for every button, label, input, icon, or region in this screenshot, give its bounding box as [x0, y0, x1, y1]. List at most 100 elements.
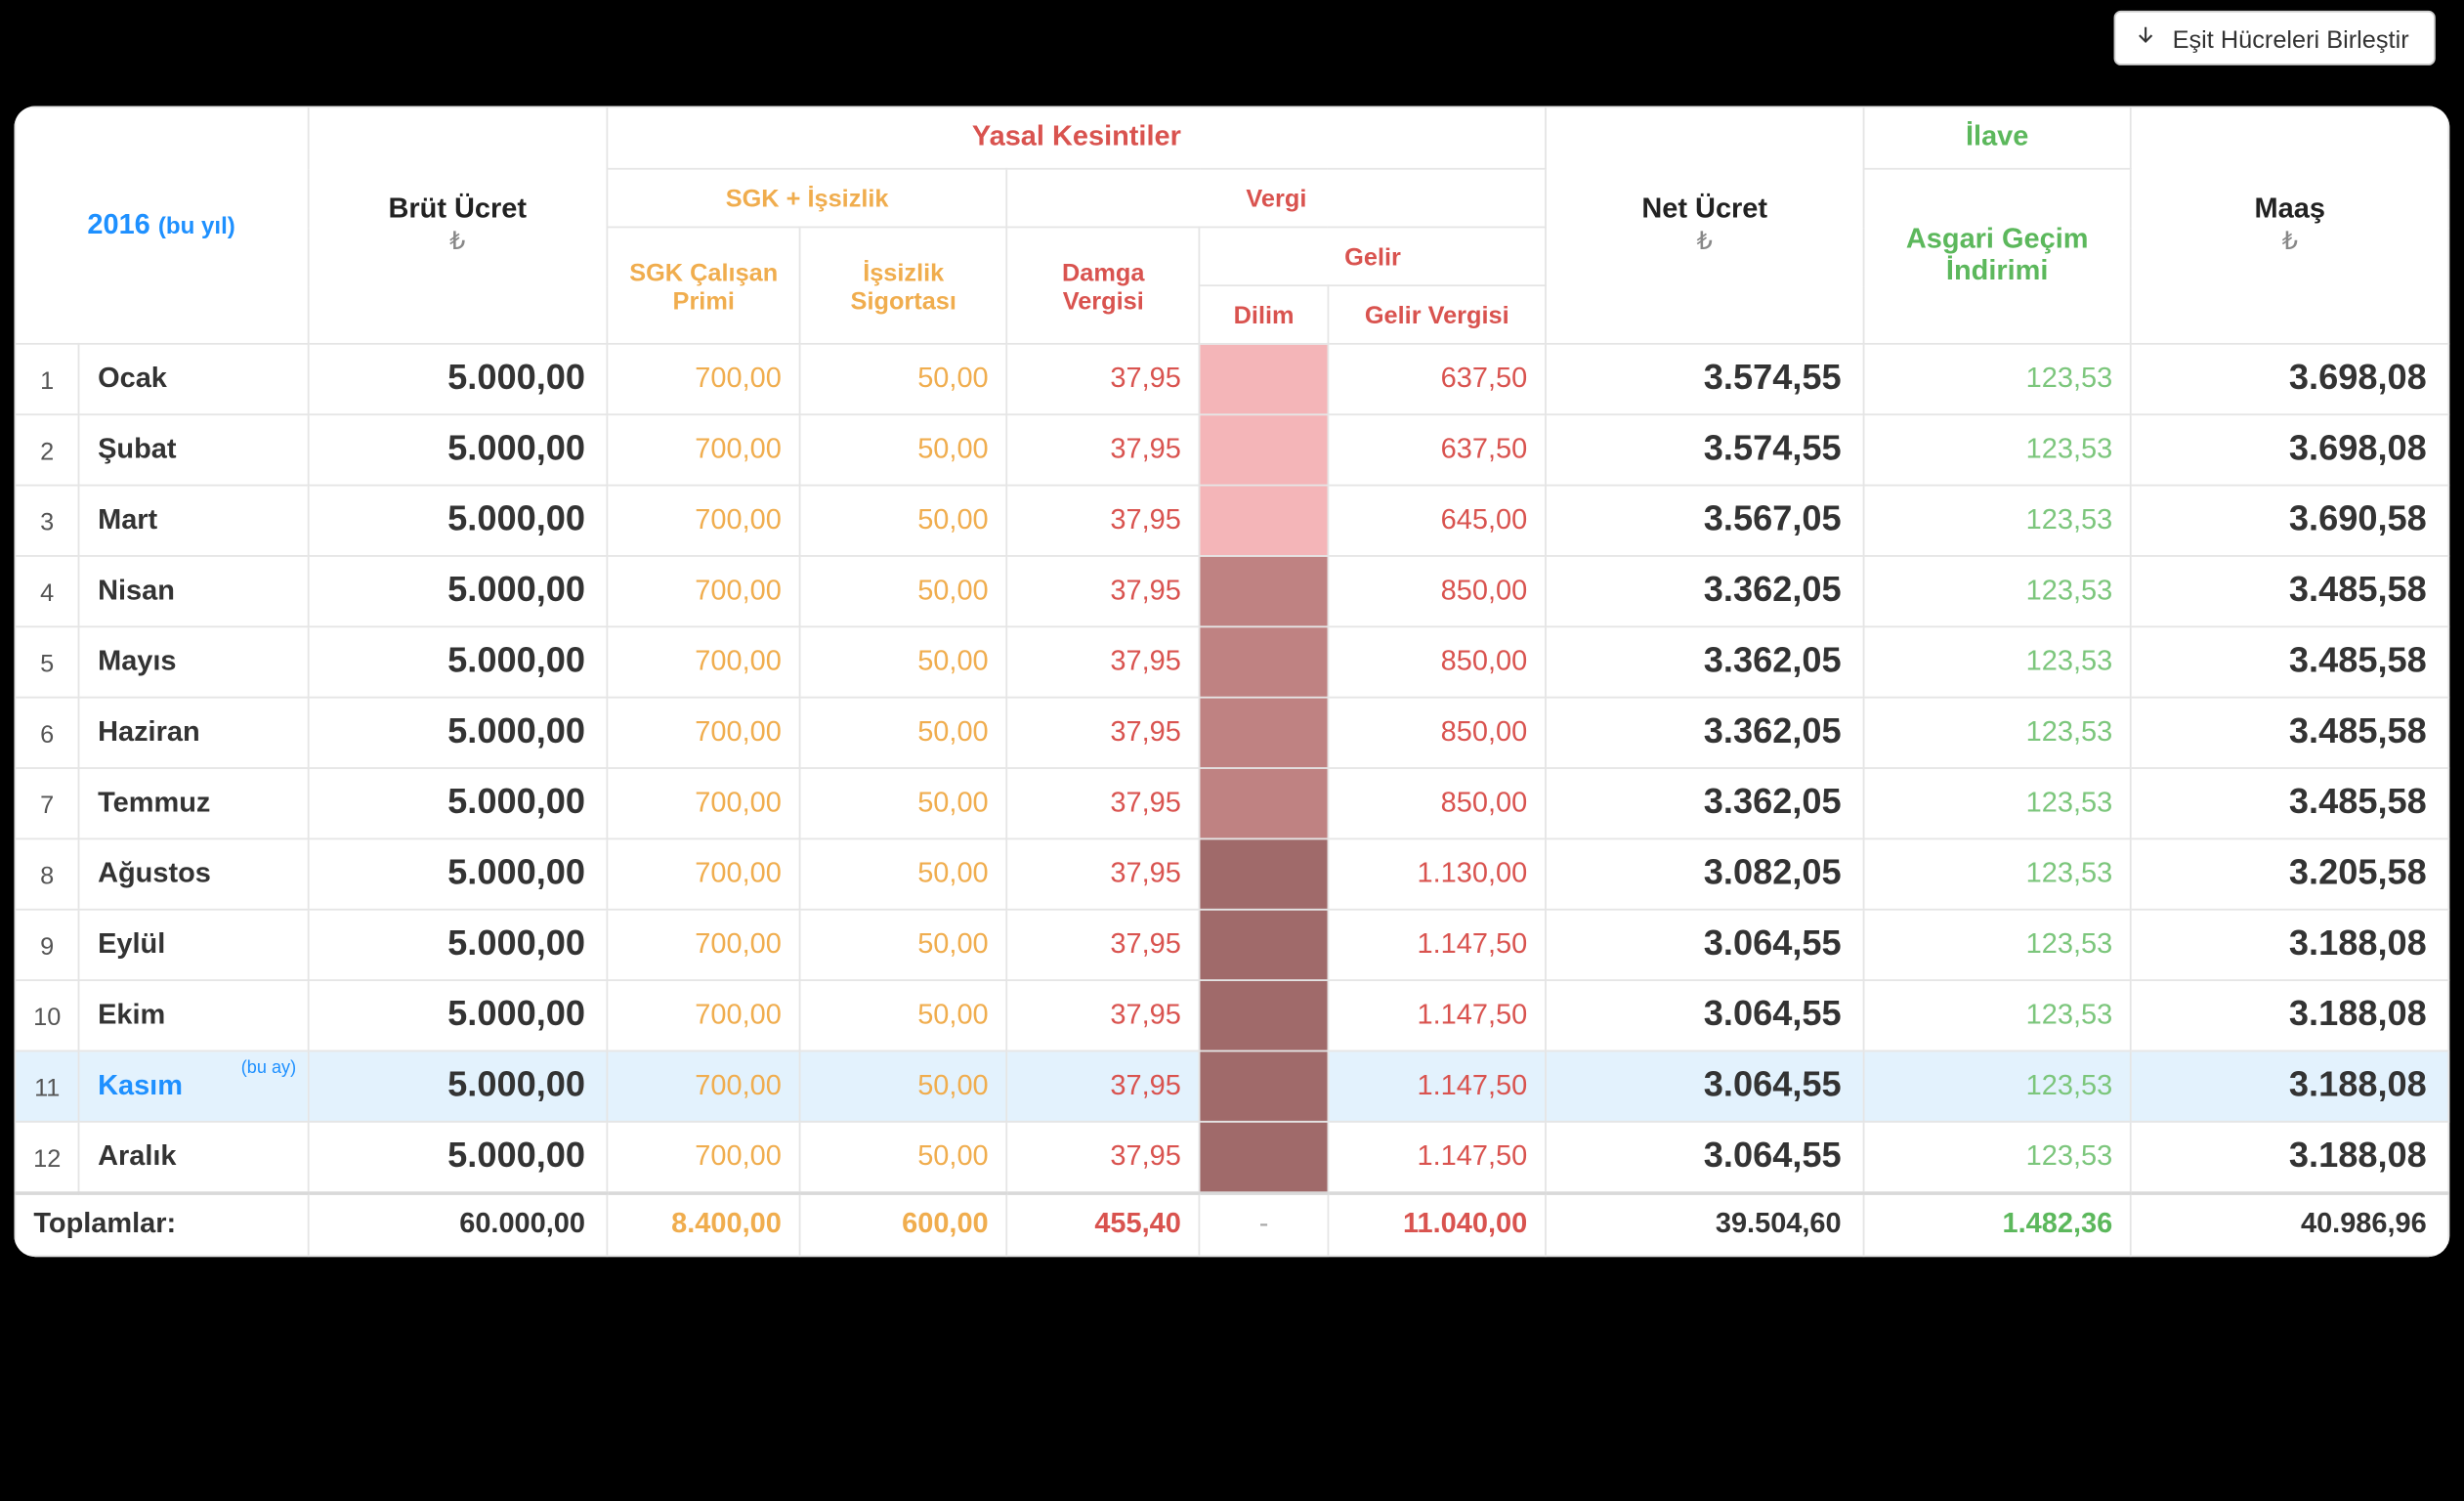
table-row: 10Ekim5.000,00700,0050,0037,951.147,503.…	[15, 980, 2448, 1051]
row-damga: 37,95	[1007, 626, 1200, 697]
merge-equal-cells-button[interactable]: Eşit Hücreleri Birleştir	[2114, 11, 2436, 65]
row-maas: 3.698,08	[2131, 344, 2448, 414]
row-index: 6	[15, 698, 79, 768]
row-agi: 123,53	[1863, 1122, 2131, 1193]
row-sgk: 700,00	[608, 556, 800, 626]
row-gelir: 1.147,50	[1328, 1051, 1546, 1121]
row-net: 3.362,05	[1546, 556, 1863, 626]
row-net: 3.064,55	[1546, 910, 1863, 980]
header-net: Net Ücret ₺	[1546, 107, 1863, 343]
row-dilim	[1200, 910, 1328, 980]
row-issizlik: 50,00	[800, 556, 1007, 626]
row-sgk: 700,00	[608, 910, 800, 980]
row-maas: 3.485,58	[2131, 626, 2448, 697]
current-month-badge: (bu ay)	[241, 1059, 296, 1079]
table-row: 1Ocak5.000,00700,0050,0037,95637,503.574…	[15, 344, 2448, 414]
row-agi: 123,53	[1863, 344, 2131, 414]
arrow-down-icon	[2134, 23, 2158, 54]
row-index: 3	[15, 486, 79, 556]
row-agi: 123,53	[1863, 1051, 2131, 1121]
row-maas: 3.188,08	[2131, 980, 2448, 1051]
row-issizlik: 50,00	[800, 1051, 1007, 1121]
row-sgk: 700,00	[608, 698, 800, 768]
header-sgk-group: SGK + İşsizlik	[608, 169, 1007, 228]
row-dilim	[1200, 414, 1328, 485]
row-issizlik: 50,00	[800, 414, 1007, 485]
totals-row: Toplamlar: 60.000,00 8.400,00 600,00 455…	[15, 1193, 2448, 1256]
row-agi: 123,53	[1863, 768, 2131, 838]
row-damga: 37,95	[1007, 838, 1200, 909]
row-issizlik: 50,00	[800, 486, 1007, 556]
row-brut: 5.000,00	[308, 698, 608, 768]
row-damga: 37,95	[1007, 486, 1200, 556]
row-agi: 123,53	[1863, 414, 2131, 485]
row-net: 3.064,55	[1546, 1122, 1863, 1193]
totals-agi: 1.482,36	[1863, 1193, 2131, 1256]
row-maas: 3.188,08	[2131, 1051, 2448, 1121]
row-gelir: 1.130,00	[1328, 838, 1546, 909]
row-dilim	[1200, 486, 1328, 556]
row-index: 11	[15, 1051, 79, 1121]
row-month: Nisan	[79, 556, 308, 626]
row-net: 3.574,55	[1546, 344, 1863, 414]
row-sgk: 700,00	[608, 1122, 800, 1193]
row-month: Şubat	[79, 414, 308, 485]
row-month: Ağustos	[79, 838, 308, 909]
row-damga: 37,95	[1007, 910, 1200, 980]
row-dilim	[1200, 838, 1328, 909]
row-month: Kasım(bu ay)	[79, 1051, 308, 1121]
header-gelir: Gelir Vergisi	[1328, 285, 1546, 344]
row-brut: 5.000,00	[308, 556, 608, 626]
row-net: 3.362,05	[1546, 698, 1863, 768]
header-vergi-group: Vergi	[1007, 169, 1547, 228]
row-dilim	[1200, 698, 1328, 768]
row-damga: 37,95	[1007, 768, 1200, 838]
table-row: 11Kasım(bu ay)5.000,00700,0050,0037,951.…	[15, 1051, 2448, 1121]
row-agi: 123,53	[1863, 556, 2131, 626]
row-net: 3.362,05	[1546, 626, 1863, 697]
row-sgk: 700,00	[608, 980, 800, 1051]
row-net: 3.574,55	[1546, 414, 1863, 485]
row-damga: 37,95	[1007, 1122, 1200, 1193]
row-month: Mayıs	[79, 626, 308, 697]
row-dilim	[1200, 626, 1328, 697]
row-maas: 3.698,08	[2131, 414, 2448, 485]
header-ilave: İlave	[1863, 107, 2131, 168]
row-index: 2	[15, 414, 79, 485]
row-gelir: 850,00	[1328, 556, 1546, 626]
table-row: 12Aralık5.000,00700,0050,0037,951.147,50…	[15, 1122, 2448, 1193]
row-dilim	[1200, 1122, 1328, 1193]
table-row: 5Mayıs5.000,00700,0050,0037,95850,003.36…	[15, 626, 2448, 697]
row-index: 5	[15, 626, 79, 697]
row-sgk: 700,00	[608, 838, 800, 909]
row-gelir: 850,00	[1328, 626, 1546, 697]
header-agi: Asgari Geçim İndirimi	[1863, 169, 2131, 344]
row-brut: 5.000,00	[308, 626, 608, 697]
totals-isz: 600,00	[800, 1193, 1007, 1256]
row-net: 3.362,05	[1546, 768, 1863, 838]
row-agi: 123,53	[1863, 838, 2131, 909]
row-gelir: 850,00	[1328, 768, 1546, 838]
row-agi: 123,53	[1863, 626, 2131, 697]
row-brut: 5.000,00	[308, 344, 608, 414]
totals-gelir: 11.040,00	[1328, 1193, 1546, 1256]
row-month: Eylül	[79, 910, 308, 980]
row-net: 3.064,55	[1546, 1051, 1863, 1121]
totals-brut: 60.000,00	[308, 1193, 608, 1256]
row-damga: 37,95	[1007, 698, 1200, 768]
merge-button-label: Eşit Hücreleri Birleştir	[2173, 23, 2409, 52]
row-issizlik: 50,00	[800, 910, 1007, 980]
header-maas: Maaş ₺	[2131, 107, 2448, 343]
row-maas: 3.188,08	[2131, 910, 2448, 980]
row-issizlik: 50,00	[800, 344, 1007, 414]
row-index: 12	[15, 1122, 79, 1193]
table-row: 9Eylül5.000,00700,0050,0037,951.147,503.…	[15, 910, 2448, 980]
row-maas: 3.485,58	[2131, 698, 2448, 768]
header-issizlik: İşsizlik Sigortası	[800, 227, 1007, 343]
row-brut: 5.000,00	[308, 768, 608, 838]
row-agi: 123,53	[1863, 698, 2131, 768]
row-sgk: 700,00	[608, 1051, 800, 1121]
row-agi: 123,53	[1863, 910, 2131, 980]
table-row: 3Mart5.000,00700,0050,0037,95645,003.567…	[15, 486, 2448, 556]
row-brut: 5.000,00	[308, 414, 608, 485]
